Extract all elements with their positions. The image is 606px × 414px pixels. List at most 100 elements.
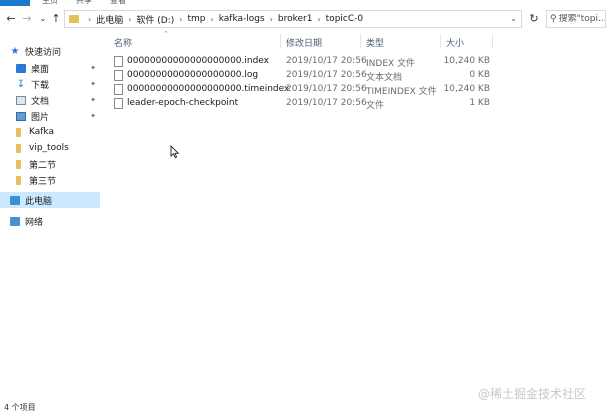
- arrow-left-icon[interactable]: ←: [4, 12, 18, 26]
- file-row[interactable]: 00000000000000000000.index 2019/10/17 20…: [108, 54, 606, 69]
- file-icon: [114, 56, 123, 67]
- chevron-right-icon[interactable]: ›: [317, 15, 320, 24]
- file-date: 2019/10/17 20:56: [286, 98, 367, 108]
- file-row[interactable]: 00000000000000000000.log 2019/10/17 20:5…: [108, 68, 606, 83]
- pin-icon[interactable]: ✦: [90, 112, 96, 120]
- download-icon: ↧: [16, 78, 26, 90]
- column-divider[interactable]: [360, 34, 361, 48]
- sidebar-item-label: 网络: [25, 217, 44, 228]
- column-header-name[interactable]: 名称: [114, 36, 132, 49]
- column-header-size[interactable]: 大小: [446, 36, 464, 49]
- chevron-right-icon[interactable]: ›: [128, 15, 131, 24]
- file-date: 2019/10/17 20:56: [286, 56, 367, 66]
- sidebar-item-label: 桌面: [31, 64, 50, 75]
- file-size: 10,240 KB: [443, 56, 490, 66]
- sidebar-item-this-pc[interactable]: 此电脑: [0, 192, 100, 208]
- column-divider[interactable]: [280, 34, 281, 48]
- sidebar-item-label: 此电脑: [25, 196, 53, 207]
- address-dropdown-icon[interactable]: ⌄: [510, 14, 517, 23]
- chevron-right-icon[interactable]: ›: [179, 15, 182, 24]
- file-date: 2019/10/17 20:56: [286, 70, 367, 80]
- file-size: 0 KB: [469, 70, 490, 80]
- file-name: 00000000000000000000.log: [127, 70, 259, 80]
- sidebar-item-label: 图片: [31, 112, 50, 123]
- file-icon: [114, 98, 123, 109]
- breadcrumb-broker1[interactable]: broker1: [278, 14, 313, 24]
- sidebar-item-section-3[interactable]: 第三节: [0, 172, 100, 188]
- file-list: ⌃ 名称 修改日期 类型 大小 00000000000000000000.ind…: [108, 30, 606, 372]
- search-icon: ⚲: [550, 14, 557, 24]
- chevron-right-icon[interactable]: ›: [211, 15, 214, 24]
- file-row[interactable]: leader-epoch-checkpoint 2019/10/17 20:56…: [108, 96, 606, 111]
- file-name: 00000000000000000000.index: [127, 56, 270, 66]
- chevron-down-icon[interactable]: ⌄: [36, 12, 50, 26]
- mouse-cursor-icon: [170, 145, 180, 159]
- folder-icon: [69, 15, 79, 23]
- ribbon-tab-file[interactable]: [0, 0, 30, 6]
- navigation-bar: ← → ⌄ ↑ › 此电脑 › 软件 (D:) › tmp › kafka-lo…: [0, 8, 606, 30]
- breadcrumb-this-pc[interactable]: 此电脑: [96, 13, 123, 26]
- address-bar[interactable]: › 此电脑 › 软件 (D:) › tmp › kafka-logs › bro…: [64, 10, 522, 28]
- sidebar-item-downloads[interactable]: ↧ 下载 ✦: [0, 76, 100, 92]
- breadcrumb-tmp[interactable]: tmp: [187, 14, 205, 24]
- search-box[interactable]: ⚲: [546, 10, 606, 28]
- arrow-right-icon[interactable]: →: [20, 12, 34, 26]
- status-bar: 4 个项目: [0, 401, 606, 414]
- desktop-icon: [16, 63, 26, 73]
- sidebar-item-label: 第三节: [29, 176, 57, 187]
- arrow-up-icon[interactable]: ↑: [49, 12, 63, 26]
- column-header-type[interactable]: 类型: [366, 36, 384, 49]
- search-input[interactable]: [558, 14, 605, 24]
- sidebar-item-kafka[interactable]: Kafka: [0, 124, 100, 140]
- breadcrumb-drive-d[interactable]: 软件 (D:): [136, 13, 174, 26]
- sidebar-item-network[interactable]: 网络: [0, 213, 100, 229]
- star-icon: ★: [10, 45, 20, 57]
- sidebar-item-vip-tools[interactable]: vip_tools: [0, 140, 100, 156]
- pin-icon[interactable]: ✦: [90, 96, 96, 104]
- computer-icon: [10, 195, 20, 205]
- file-row[interactable]: 00000000000000000000.timeindex 2019/10/1…: [108, 82, 606, 97]
- text-file-icon: [114, 70, 123, 81]
- sidebar-item-label: vip_tools: [29, 143, 69, 153]
- pin-icon[interactable]: ✦: [90, 80, 96, 88]
- sidebar-item-quick-access[interactable]: ★ 快速访问: [0, 43, 100, 59]
- ribbon-tab-view[interactable]: 查看: [110, 0, 126, 6]
- chevron-right-icon[interactable]: ›: [88, 15, 91, 24]
- folder-icon: [16, 175, 21, 185]
- ribbon-tab-home[interactable]: 主页: [42, 0, 58, 6]
- file-name: 00000000000000000000.timeindex: [127, 84, 290, 94]
- folder-icon: [16, 127, 21, 137]
- network-icon: [10, 216, 20, 226]
- sidebar-item-label: 快速访问: [25, 47, 62, 58]
- refresh-icon[interactable]: ↻: [527, 12, 541, 26]
- sidebar-item-pictures[interactable]: 图片 ✦: [0, 108, 100, 124]
- sidebar-item-label: 第二节: [29, 160, 57, 171]
- sidebar-item-label: 下载: [31, 80, 50, 91]
- column-header-date[interactable]: 修改日期: [286, 36, 322, 49]
- file-type: 文件: [366, 101, 385, 111]
- breadcrumb-kafka-logs[interactable]: kafka-logs: [219, 14, 265, 24]
- folder-icon: [16, 143, 21, 153]
- chevron-right-icon[interactable]: ›: [270, 15, 273, 24]
- folder-icon: [16, 159, 21, 169]
- sidebar-item-documents[interactable]: 文档 ✦: [0, 92, 100, 108]
- watermark: @稀土掘金技术社区: [478, 387, 587, 401]
- column-divider[interactable]: [492, 34, 493, 48]
- sidebar-item-label: Kafka: [29, 127, 54, 137]
- documents-icon: [16, 95, 26, 105]
- breadcrumb-topicc-0[interactable]: topicC-0: [326, 14, 363, 24]
- pin-icon[interactable]: ✦: [90, 64, 96, 72]
- column-divider[interactable]: [440, 34, 441, 48]
- item-count: 4 个项目: [4, 403, 36, 412]
- sidebar-item-desktop[interactable]: 桌面 ✦: [0, 60, 100, 76]
- file-icon: [114, 84, 123, 95]
- file-name: leader-epoch-checkpoint: [127, 98, 239, 108]
- file-date: 2019/10/17 20:56: [286, 84, 367, 94]
- sort-up-icon: ⌃: [163, 30, 169, 38]
- file-size: 10,240 KB: [443, 84, 490, 94]
- ribbon-tab-share[interactable]: 共享: [76, 0, 92, 6]
- pictures-icon: [16, 111, 26, 121]
- navigation-pane: ★ 快速访问 桌面 ✦ ↧ 下载 ✦ 文档 ✦ 图片 ✦ Kafka vip_t…: [0, 40, 100, 400]
- ribbon: 主页 共享 查看: [0, 0, 606, 6]
- sidebar-item-section-2[interactable]: 第二节: [0, 156, 100, 172]
